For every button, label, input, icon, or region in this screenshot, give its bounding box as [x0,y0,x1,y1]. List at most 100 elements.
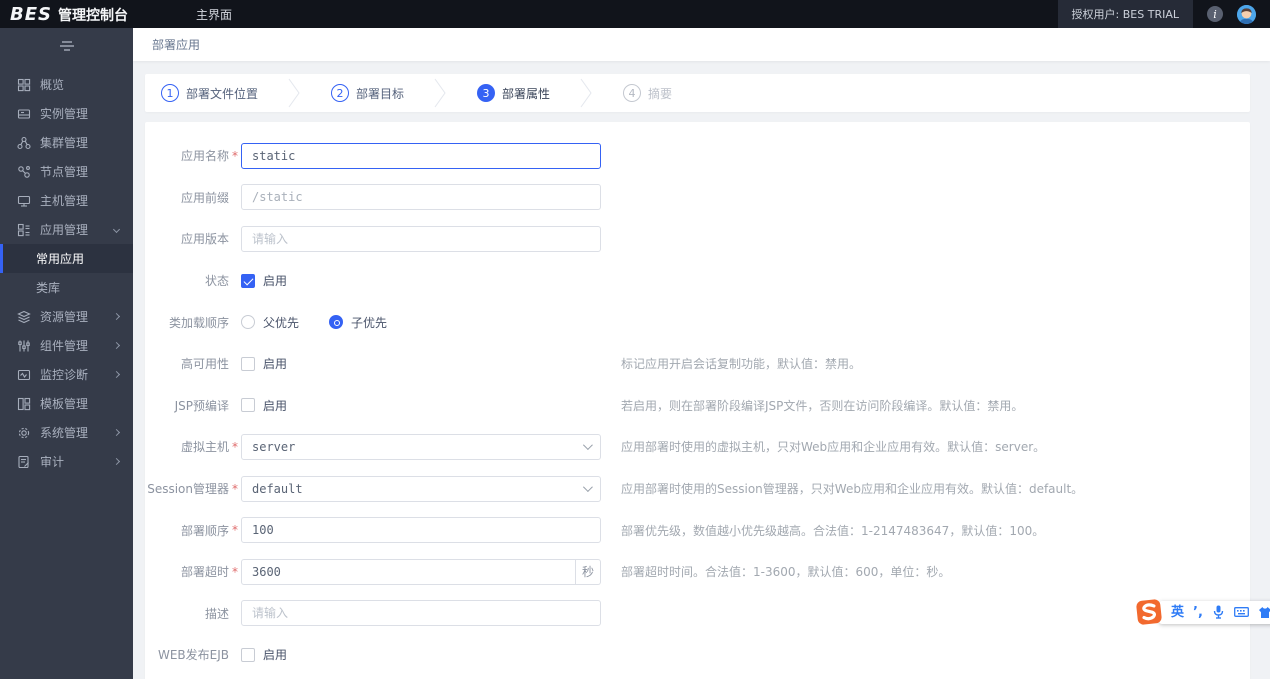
sidebar-menu: 概览 实例管理 集群管理 节点管理 主机管理 应用管理 常用应用 类库 资源管理… [0,64,133,476]
collapse-icon [59,41,74,51]
form-row-virtual-host: 虚拟主机 * server 应用部署时使用的虚拟主机，只对Web应用和企业应用有效… [145,426,1250,468]
radio-parent-first[interactable]: 父优先 [241,314,299,331]
info-icon[interactable]: i [1207,6,1223,22]
sidebar-collapse-button[interactable] [0,28,133,64]
status-enabled-checkbox[interactable] [241,273,255,288]
cluster-icon [17,136,31,150]
sidebar-item-hosts[interactable]: 主机管理 [0,186,133,215]
sogou-ime-toolbar: 英 ’, [1136,599,1270,625]
breadcrumb: 部署应用 [133,28,1270,61]
field-help-text: 标记应用开启会话复制功能，默认值：禁用。 [621,357,862,372]
form-row-jsp-precompile: JSP预编译 启用 若启用，则在部署阶段编译JSP文件，否则在访问阶段编译。默认… [145,385,1250,427]
app-name-input[interactable] [241,142,601,169]
form-row-web-publish-ejb: WEB发布EJB 启用 [145,634,1250,676]
form-row-status: 状态 启用 [145,260,1250,302]
chevron-down-icon [112,225,121,234]
form-row-app-prefix: 应用前缀 [145,177,1250,219]
step-summary[interactable]: 4 摘要 [623,84,672,102]
form-row-app-name: 应用名称 * [145,135,1250,177]
step-separator-icon [580,78,593,108]
timeout-unit-addon: 秒 [576,558,601,585]
high-availability-checkbox[interactable] [241,356,255,371]
keyboard-icon[interactable] [1233,606,1249,618]
description-input[interactable] [241,600,601,627]
sidebar-subitem-label: 类库 [36,281,61,295]
app-prefix-input[interactable] [241,184,601,211]
instance-icon [17,107,31,121]
user-avatar[interactable] [1237,4,1256,24]
top-header: BES 管理控制台 主界面 授权用户: BES TRIAL i [0,0,1270,28]
jsp-precompile-checkbox[interactable] [241,398,255,413]
step-number: 3 [477,84,496,102]
audit-icon [17,455,31,469]
app-version-input[interactable] [241,225,601,252]
sidebar-item-overview[interactable]: 概览 [0,70,133,99]
form-row-app-version: 应用版本 [145,218,1250,260]
checkbox-label: 启用 [263,648,288,663]
app-root: BES 管理控制台 主界面 授权用户: BES TRIAL i 概览 实例管理 … [0,0,1270,679]
form-row-session-manager: Session管理器 * default 应用部署时使用的Session管理器，只… [145,468,1250,510]
node-icon [17,165,31,179]
field-label: 描述 [204,606,229,621]
required-mark: * [232,439,238,454]
step-deploy-file-location[interactable]: 1 部署文件位置 [161,84,258,102]
step-separator-icon [434,78,447,108]
field-label: 应用前缀 [180,190,229,205]
deploy-order-input[interactable] [241,517,601,544]
step-deploy-properties[interactable]: 3 部署属性 [477,84,550,102]
chevron-down-icon [582,482,593,493]
sidebar-item-label: 应用管理 [40,223,89,237]
app-icon [17,223,31,237]
sidebar-item-system[interactable]: 系统管理 [0,418,133,447]
sidebar-subitem-class-library[interactable]: 类库 [0,273,133,302]
sidebar-item-label: 概览 [40,78,65,92]
bes-logo-text: BES [10,3,52,25]
sidebar-item-resources[interactable]: 资源管理 [0,302,133,331]
field-label: 应用名称 [180,149,229,164]
ime-language-toggle[interactable]: 英 [1171,606,1184,619]
chevron-right-icon [112,341,121,350]
sidebar-item-components[interactable]: 组件管理 [0,331,133,360]
sidebar-item-nodes[interactable]: 节点管理 [0,157,133,186]
step-label: 部署目标 [356,86,405,101]
sidebar-item-audit[interactable]: 审计 [0,447,133,476]
sogou-logo[interactable] [1135,598,1164,627]
form-row-deploy-order: 部署顺序* 部署优先级，数值越小优先级越高。合法值：1-2147483647，默… [145,509,1250,551]
step-deploy-target[interactable]: 2 部署目标 [331,84,404,102]
sidebar-item-clusters[interactable]: 集群管理 [0,128,133,157]
field-label: WEB发布EJB [157,648,229,663]
ime-bar: 英 ’, [1159,600,1270,624]
step-number: 4 [623,84,642,102]
step-number: 1 [161,84,179,102]
system-gear-icon [17,426,31,440]
sidebar-subitem-common-apps[interactable]: 常用应用 [0,244,133,273]
sidebar-item-instances[interactable]: 实例管理 [0,99,133,128]
web-publish-ejb-checkbox[interactable] [241,647,255,662]
required-mark: * [232,481,238,496]
monitor-icon [17,368,31,382]
sidebar-item-templates[interactable]: 模板管理 [0,389,133,418]
required-mark: * [232,523,238,538]
step-label: 摘要 [648,86,673,101]
component-icon [17,339,31,353]
sidebar-item-applications[interactable]: 应用管理 [0,215,133,244]
sidebar-item-label: 主机管理 [40,194,89,208]
session-manager-select[interactable]: default [241,475,601,502]
sidebar-item-label: 审计 [40,455,65,469]
field-label: 应用版本 [180,232,229,247]
tab-main-ui[interactable]: 主界面 [186,0,242,28]
sidebar-item-label: 组件管理 [40,339,89,353]
field-label: 部署顺序 [180,523,229,538]
licensed-user-badge: 授权用户: BES TRIAL [1057,0,1193,28]
sidebar-item-monitoring[interactable]: 监控诊断 [0,360,133,389]
skin-icon[interactable] [1258,606,1270,619]
mic-icon[interactable] [1212,605,1225,619]
ime-punctuation-toggle[interactable]: ’, [1193,606,1203,619]
form-row-deploy-timeout: 部署超时* 秒 部署超时时间。合法值：1-3600，默认值：600，单位：秒。 [145,551,1250,593]
field-help-text: 若启用，则在部署阶段编译JSP文件，否则在访问阶段编译。默认值：禁用。 [621,398,1024,413]
radio-child-first[interactable]: 子优先 [329,314,387,331]
virtual-host-select[interactable]: server [241,433,601,460]
step-separator-icon [288,78,301,108]
radio-label: 父优先 [263,315,300,330]
deploy-timeout-input[interactable] [241,558,576,585]
